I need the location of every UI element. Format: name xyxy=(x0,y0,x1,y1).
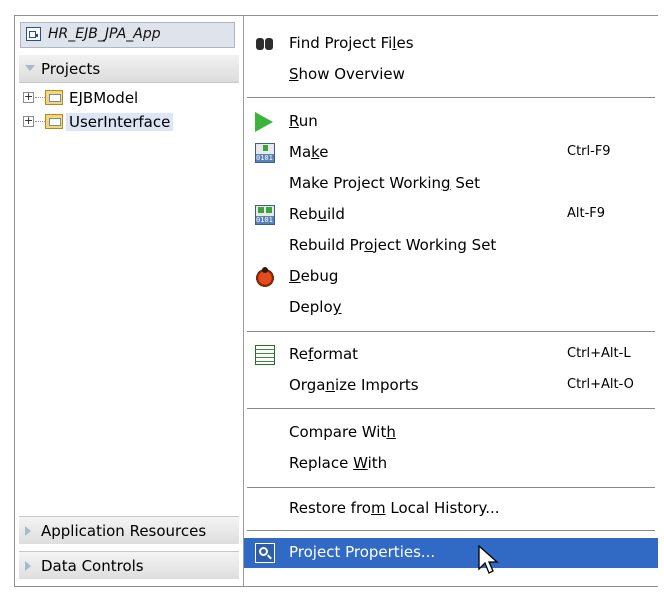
run-icon xyxy=(255,112,273,132)
menu-separator xyxy=(247,97,655,98)
menu-item-reformat[interactable]: Reformat Ctrl+Alt-L xyxy=(244,340,658,370)
application-selector[interactable]: HR_EJB_JPA_App xyxy=(20,22,235,48)
menu-item-label: Make xyxy=(289,143,329,161)
menu-item-find-project-files[interactable]: Find Project Files xyxy=(244,29,658,59)
debug-bug-icon xyxy=(255,267,275,287)
tree-connector xyxy=(35,121,45,122)
menu-item-restore-from-local-history[interactable]: Restore from Local History... xyxy=(244,494,658,524)
expand-node-icon[interactable]: + xyxy=(23,115,34,127)
binoculars-icon xyxy=(255,34,275,54)
projects-panel-header[interactable]: Projects xyxy=(19,55,239,83)
menu-item-shortcut: Ctrl+Alt-L xyxy=(567,346,631,361)
menu-item-label: Restore from Local History... xyxy=(289,499,500,517)
reformat-icon xyxy=(255,345,275,365)
menu-item-label: Deploy xyxy=(289,298,342,316)
menu-item-label: Organize Imports xyxy=(289,376,419,394)
menu-item-make-project-working-set[interactable]: Make Project Working Set xyxy=(244,169,658,199)
menu-item-label: Compare With xyxy=(289,423,396,441)
menu-item-label: Debug xyxy=(289,267,339,285)
menu-item-label: Run xyxy=(289,112,318,130)
menu-item-label: Rebuild Project Working Set xyxy=(289,236,497,254)
tree-node-label: EJBModel xyxy=(69,89,139,107)
accordion-label: Data Controls xyxy=(41,557,144,575)
data-controls-header[interactable]: Data Controls xyxy=(19,551,239,579)
menu-item-shortcut: Ctrl+Alt-O xyxy=(567,377,634,392)
menu-separator xyxy=(247,530,655,531)
expand-node-icon[interactable]: + xyxy=(23,91,34,103)
menu-item-run[interactable]: Run xyxy=(244,107,658,137)
rebuild-icon xyxy=(255,205,275,225)
application-resources-header[interactable]: Application Resources xyxy=(19,516,239,544)
ide-window: HR_EJB_JPA_App Projects + EJBModel + Use… xyxy=(14,15,658,587)
menu-item-label: Project Properties... xyxy=(289,543,436,561)
menu-item-make[interactable]: Make Ctrl-F9 xyxy=(244,138,658,168)
menu-separator xyxy=(247,408,655,409)
project-folder-icon xyxy=(45,114,63,129)
menu-item-label: Replace With xyxy=(289,454,388,472)
menu-item-shortcut: Alt-F9 xyxy=(567,206,606,221)
project-properties-icon xyxy=(255,543,275,563)
menu-item-replace-with[interactable]: Replace With xyxy=(244,449,658,479)
expand-triangle-icon xyxy=(25,526,31,536)
menu-item-rebuild-project-working-set[interactable]: Rebuild Project Working Set xyxy=(244,231,658,261)
menu-item-project-properties[interactable]: Project Properties... xyxy=(244,538,658,568)
project-folder-icon xyxy=(45,90,63,105)
menu-separator xyxy=(247,487,655,488)
menu-item-label: Make Project Working Set xyxy=(289,174,480,192)
menu-item-show-overview[interactable]: Show Overview xyxy=(244,60,658,90)
project-context-menu: Find Project Files Show Overview Run Mak… xyxy=(243,16,658,586)
tree-node-label: UserInterface xyxy=(66,113,174,131)
menu-item-compare-with[interactable]: Compare With xyxy=(244,418,658,448)
menu-item-debug[interactable]: Debug xyxy=(244,262,658,292)
menu-item-deploy[interactable]: Deploy xyxy=(244,293,658,323)
tree-connector xyxy=(35,97,45,98)
application-name: HR_EJB_JPA_App xyxy=(48,26,161,42)
application-icon xyxy=(26,27,41,41)
menu-item-organize-imports[interactable]: Organize Imports Ctrl+Alt-O xyxy=(244,371,658,401)
menu-item-label: Rebuild xyxy=(289,205,345,223)
menu-item-label: Reformat xyxy=(289,345,359,363)
menu-separator xyxy=(247,331,655,332)
menu-item-rebuild[interactable]: Rebuild Alt-F9 xyxy=(244,200,658,230)
make-icon xyxy=(255,143,275,163)
menu-item-label: Find Project Files xyxy=(289,34,414,52)
application-navigator: HR_EJB_JPA_App Projects + EJBModel + Use… xyxy=(15,16,243,586)
menu-item-label: Show Overview xyxy=(289,65,405,83)
accordion-label: Application Resources xyxy=(41,522,207,540)
menu-item-shortcut: Ctrl-F9 xyxy=(567,144,611,159)
mouse-pointer-icon xyxy=(478,545,499,574)
expand-triangle-icon xyxy=(25,561,31,571)
projects-header-label: Projects xyxy=(41,60,101,78)
collapse-triangle-icon xyxy=(25,65,35,71)
